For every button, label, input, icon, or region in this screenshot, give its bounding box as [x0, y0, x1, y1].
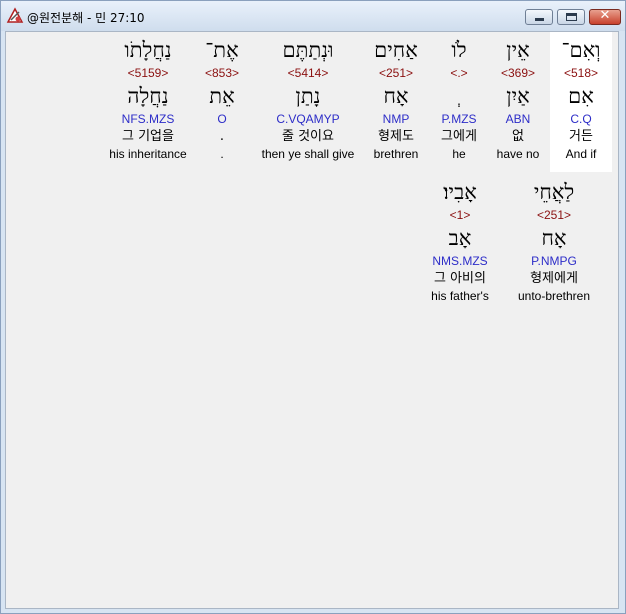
lemma-word: אָח [541, 226, 567, 250]
english-gloss: brethren [373, 147, 419, 161]
korean-gloss: 형제에게 [530, 271, 578, 286]
minimize-button[interactable] [525, 9, 553, 25]
app-window: @원전분해 - 민 27:10 ✕ וְאִם־ <518> אִם C.Q 거… [0, 0, 626, 614]
minimize-icon [535, 18, 544, 21]
english-gloss: unto-brethren [517, 289, 591, 303]
word-card[interactable]: לֹו <.> ְ P.MZS 그에게 he [430, 36, 488, 162]
title-bar[interactable]: @원전분해 - 민 27:10 ✕ [1, 1, 625, 31]
strong-number[interactable]: <251> [362, 64, 430, 82]
lemma-word: אֵת [209, 84, 235, 108]
word-card[interactable]: לַאֲחֵי <251> אָח P.NMPG 형제에게 unto-breth… [510, 178, 598, 304]
word-card[interactable]: נַחֲלָתֹו <5159> נַחֲלָה NFS.MZS 그 기업을 h… [100, 36, 196, 162]
strong-number[interactable]: <.> [430, 64, 488, 82]
korean-gloss: . [219, 129, 225, 144]
english-gloss: And if [565, 147, 597, 161]
morph-code: NMP [382, 112, 410, 126]
hebrew-word: וּנְתַתֶּם [282, 38, 334, 62]
word-card[interactable]: וְאִם־ <518> אִם C.Q 거든 And if [550, 36, 612, 162]
english-gloss: his father's [431, 289, 489, 303]
morph-code: C.VQAMYP [276, 112, 340, 126]
morph-code: C.Q [570, 112, 592, 126]
hebrew-word: לַאֲחֵי [533, 180, 575, 204]
strong-number[interactable]: <518> [550, 64, 612, 82]
strong-number[interactable]: <1> [424, 206, 496, 224]
korean-gloss: 그에게 [441, 129, 477, 144]
word-card[interactable]: אָבִיו׃ <1> אָב NMS.MZS 그 아비의 his father… [424, 178, 496, 304]
maximize-icon [566, 13, 577, 21]
korean-gloss: 줄 것이요 [282, 129, 334, 144]
hebrew-word: נַחֲלָתֹו [124, 38, 172, 62]
lemma-word: נַחֲלָה [127, 84, 169, 108]
word-card[interactable]: אַחִים <251> אָח NMP 형제도 brethren [362, 36, 430, 162]
english-gloss: have no [496, 147, 540, 161]
word-card[interactable]: אֵין <369> אַיִן ABN 없 have no [490, 36, 546, 162]
english-gloss: then ye shall give [261, 147, 355, 161]
english-gloss: his inheritance [109, 147, 187, 161]
strong-number[interactable]: <369> [490, 64, 546, 82]
strong-number[interactable]: <251> [510, 206, 598, 224]
korean-gloss: 없 [512, 129, 524, 144]
strong-number[interactable]: <5159> [100, 64, 196, 82]
lemma-word: ְ [430, 82, 488, 110]
hebrew-word: וְאִם־ [561, 38, 601, 62]
lemma-word: אָב [448, 226, 472, 250]
korean-gloss: 그 아비의 [434, 271, 486, 286]
hebrew-word: לֹו [451, 38, 467, 62]
strong-number[interactable]: <853> [196, 64, 248, 82]
window-title: @원전분해 - 민 27:10 [27, 11, 145, 25]
word-card[interactable]: וּנְתַתֶּם <5414> נָתַן C.VQAMYP 줄 것이요 t… [254, 36, 362, 162]
word-card[interactable]: אֶת־ <853> אֵת O . . [196, 36, 248, 162]
lemma-word: אִם [568, 84, 594, 108]
hebrew-word: אָבִיו׃ [443, 180, 477, 204]
english-gloss: he [452, 147, 466, 161]
hebrew-word: אֵין [506, 38, 530, 62]
morph-code: NFS.MZS [121, 112, 175, 126]
morph-code: P.NMPG [531, 254, 577, 268]
morph-code: NMS.MZS [432, 254, 488, 268]
korean-gloss: 그 기업을 [122, 129, 174, 144]
close-icon: ✕ [599, 8, 611, 23]
analysis-panel: וְאִם־ <518> אִם C.Q 거든 And if אֵין <369… [5, 31, 619, 609]
morph-code: P.MZS [441, 112, 477, 126]
morph-code: ABN [505, 112, 531, 126]
maximize-button[interactable] [557, 9, 585, 25]
lemma-word: אָח [383, 84, 409, 108]
close-button[interactable]: ✕ [589, 8, 621, 25]
lemma-word: נָתַן [295, 84, 321, 108]
korean-gloss: 형제도 [378, 129, 414, 144]
english-gloss: . [220, 147, 224, 161]
lemma-word: אַיִן [506, 84, 530, 108]
hebrew-word: אַחִים [374, 38, 418, 62]
app-icon[interactable] [6, 7, 24, 25]
strong-number[interactable]: <5414> [254, 64, 362, 82]
hebrew-word: אֶת־ [205, 38, 239, 62]
korean-gloss: 거든 [569, 129, 593, 144]
morph-code: O [217, 112, 227, 126]
